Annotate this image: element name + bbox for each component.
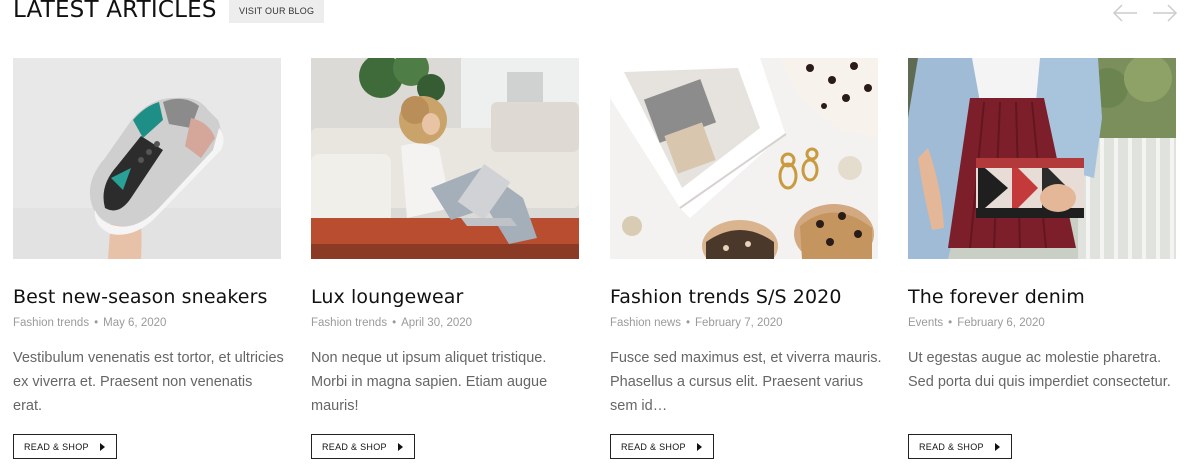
article-date: February 7, 2020 (695, 317, 783, 329)
article-card: The forever denim Events • February 6, 202… (908, 58, 1176, 459)
article-date: April 30, 2020 (401, 317, 473, 329)
article-title[interactable]: Lux loungewear (311, 285, 579, 309)
articles-header: LATEST ARTICLES VISIT OUR BLOG (13, 0, 1179, 30)
section-title: LATEST ARTICLES (13, 0, 217, 23)
read-and-shop-label: READ & SHOP (322, 441, 387, 452)
read-and-shop-label: READ & SHOP (621, 441, 686, 452)
meta-separator: • (94, 317, 99, 329)
article-title[interactable]: The forever denim (908, 285, 1176, 309)
caret-right-icon (99, 442, 105, 451)
article-card: Best new-season sneakers Fashion trends •… (13, 58, 284, 459)
article-category[interactable]: Events (908, 317, 943, 329)
article-title[interactable]: Best new-season sneakers (13, 285, 281, 309)
article-card: Lux loungewear Fashion trends • April 30, … (311, 58, 579, 459)
read-and-shop-button[interactable]: READ & SHOP (311, 434, 415, 459)
article-meta: Fashion trends • April 30, 2020 (311, 316, 579, 330)
read-and-shop-button[interactable]: READ & SHOP (13, 434, 117, 459)
meta-separator: • (685, 317, 690, 329)
article-excerpt: Non neque ut ipsum aliquet tristique. Mo… (311, 350, 548, 414)
article-meta: Events • February 6, 2020 (908, 316, 1176, 330)
arrow-left-icon[interactable] (1111, 2, 1139, 24)
article-category[interactable]: Fashion trends (13, 317, 89, 329)
article-excerpt: Vestibulum venenatis est tortor, et ultr… (13, 350, 284, 414)
read-and-shop-button[interactable]: READ & SHOP (908, 434, 1012, 459)
meta-separator: • (392, 317, 397, 329)
carousel-nav (1111, 2, 1179, 24)
article-excerpt: Ut egestas augue ac molestie pharetra. S… (908, 350, 1171, 390)
article-title[interactable]: Fashion trends S/S 2020 (610, 285, 878, 309)
article-card: Fashion trends S/S 2020 Fashion news • Feb… (610, 58, 882, 459)
arrow-right-icon[interactable] (1151, 2, 1179, 24)
meta-separator: • (948, 317, 953, 329)
visit-blog-button[interactable]: VISIT OUR BLOG (229, 0, 325, 23)
article-image[interactable] (610, 58, 878, 259)
article-date: February 6, 2020 (957, 317, 1045, 329)
article-image[interactable] (908, 58, 1176, 259)
article-category[interactable]: Fashion news (610, 317, 681, 329)
article-date: May 6, 2020 (103, 317, 167, 329)
read-and-shop-button[interactable]: READ & SHOP (610, 434, 714, 459)
caret-right-icon (994, 442, 1000, 451)
read-and-shop-label: READ & SHOP (919, 441, 984, 452)
article-meta: Fashion trends • May 6, 2020 (13, 316, 281, 330)
articles-carousel: Best new-season sneakers Fashion trends •… (13, 58, 1179, 468)
article-image[interactable] (311, 58, 579, 259)
article-excerpt: Fusce sed maximus est, et viverra mauris… (610, 350, 882, 414)
article-category[interactable]: Fashion trends (311, 317, 387, 329)
read-and-shop-label: READ & SHOP (24, 441, 89, 452)
caret-right-icon (696, 442, 702, 451)
caret-right-icon (397, 442, 403, 451)
article-meta: Fashion news • February 7, 2020 (610, 316, 878, 330)
article-image[interactable] (13, 58, 281, 259)
